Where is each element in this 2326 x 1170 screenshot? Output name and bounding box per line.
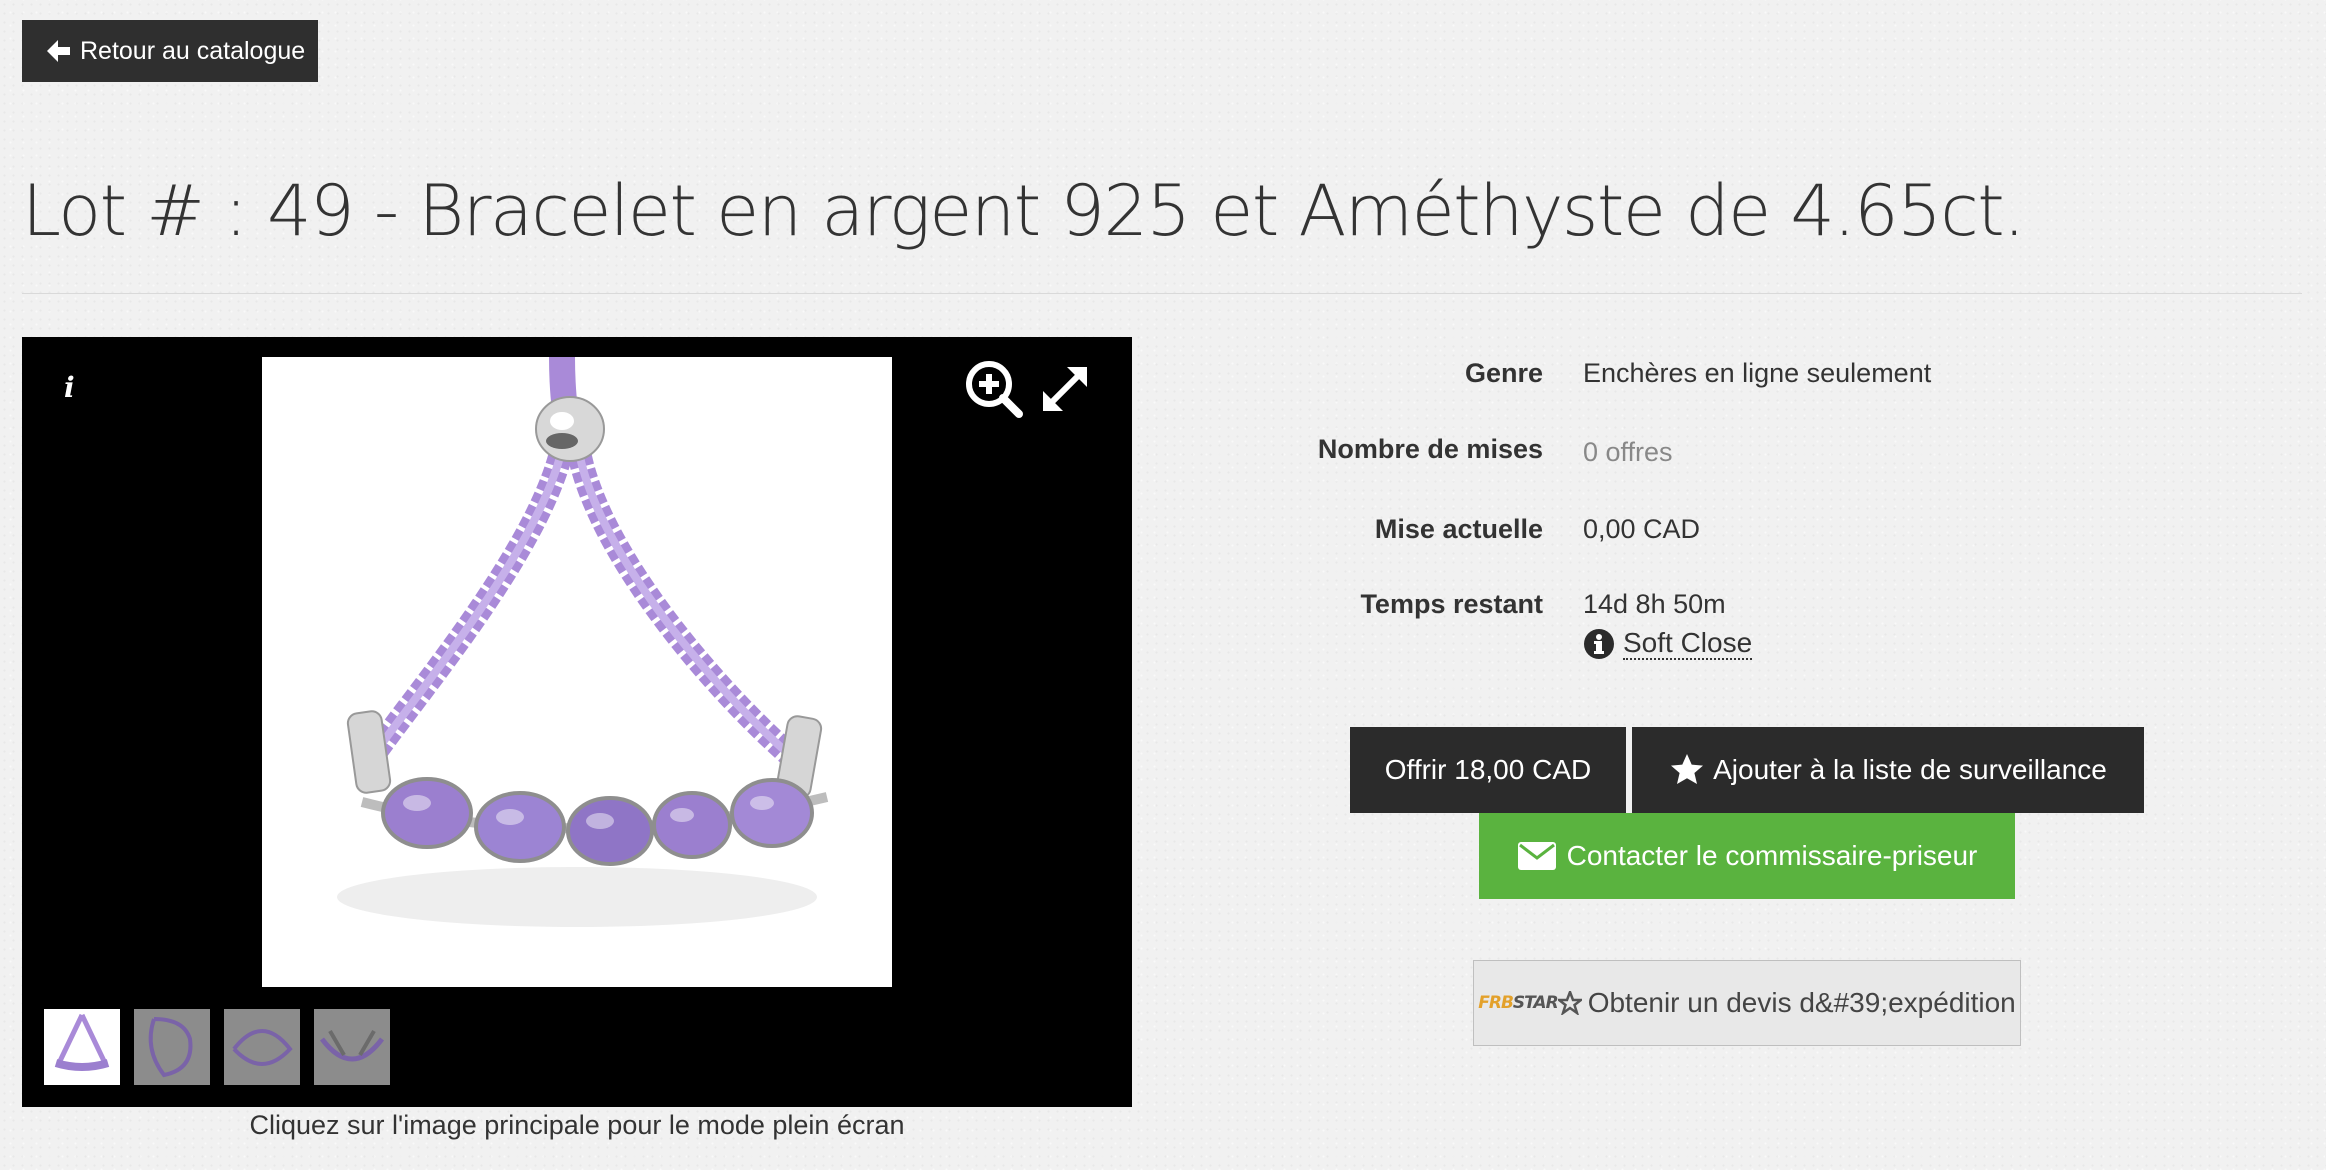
info-circle-icon <box>1584 629 1614 659</box>
genre-label: Genre <box>1464 358 1543 388</box>
title-divider <box>22 293 2302 294</box>
thumbnail-2[interactable] <box>134 1009 210 1085</box>
shipping-quote-button[interactable]: FRB STAR Obtenir un devis d&#39;expéditio… <box>1473 960 2021 1046</box>
gallery-caption: Cliquez sur l'image principale pour le m… <box>249 1110 905 1140</box>
soft-close-link[interactable]: Soft Close <box>1583 627 1753 660</box>
info-icon[interactable]: i <box>64 371 75 404</box>
thumbnail-4[interactable] <box>314 1009 390 1085</box>
lot-title: Lot # : 49 - Bracelet en argent 925 et A… <box>22 170 2025 252</box>
thumbnail-3[interactable] <box>224 1009 300 1085</box>
contact-auctioneer-label: Contacter le commissaire-priseur <box>1566 840 1978 871</box>
star-icon <box>1671 754 1704 784</box>
back-to-catalogue-button[interactable]: Retour au catalogue <box>22 20 318 82</box>
fullscreen-expand-icon[interactable] <box>1035 359 1095 419</box>
image-gallery: i <box>22 337 1132 1107</box>
back-button-label: Retour au catalogue <box>80 36 306 65</box>
zoom-in-icon[interactable] <box>964 359 1024 419</box>
time-remaining-label: Temps restant <box>1360 589 1543 619</box>
current-bid-label: Mise actuelle <box>1374 514 1543 544</box>
bids-count-label: Nombre de mises <box>1317 434 1543 464</box>
thumbnail-strip <box>44 1009 404 1085</box>
place-bid-label: Offrir 18,00 CAD <box>1384 754 1592 785</box>
soft-close-label: Soft Close <box>1623 627 1753 660</box>
place-bid-button[interactable]: Offrir 18,00 CAD <box>1350 727 1626 813</box>
current-bid-value: 0,00 CAD <box>1583 514 1701 544</box>
arrow-left-icon <box>47 40 70 62</box>
contact-auctioneer-button[interactable]: Contacter le commissaire-priseur <box>1479 813 2015 899</box>
add-to-watchlist-label: Ajouter à la liste de surveillance <box>1713 754 2107 785</box>
add-to-watchlist-button[interactable]: Ajouter à la liste de surveillance <box>1632 727 2144 813</box>
bracelet-image <box>262 357 892 987</box>
envelope-icon <box>1517 842 1556 870</box>
shipping-quote-label: Obtenir un devis d&#39;expédition <box>1587 987 2016 1018</box>
genre-value: Enchères en ligne seulement <box>1583 358 1932 388</box>
frbstar-logo: FRB STAR <box>1478 991 1582 1015</box>
star-logo-icon <box>1557 991 1582 1015</box>
main-product-image[interactable] <box>262 357 892 987</box>
thumbnail-1[interactable] <box>44 1009 120 1085</box>
bids-count-value: 0 offres <box>1583 437 1673 467</box>
time-remaining-value: 14d 8h 50m <box>1583 589 1726 619</box>
